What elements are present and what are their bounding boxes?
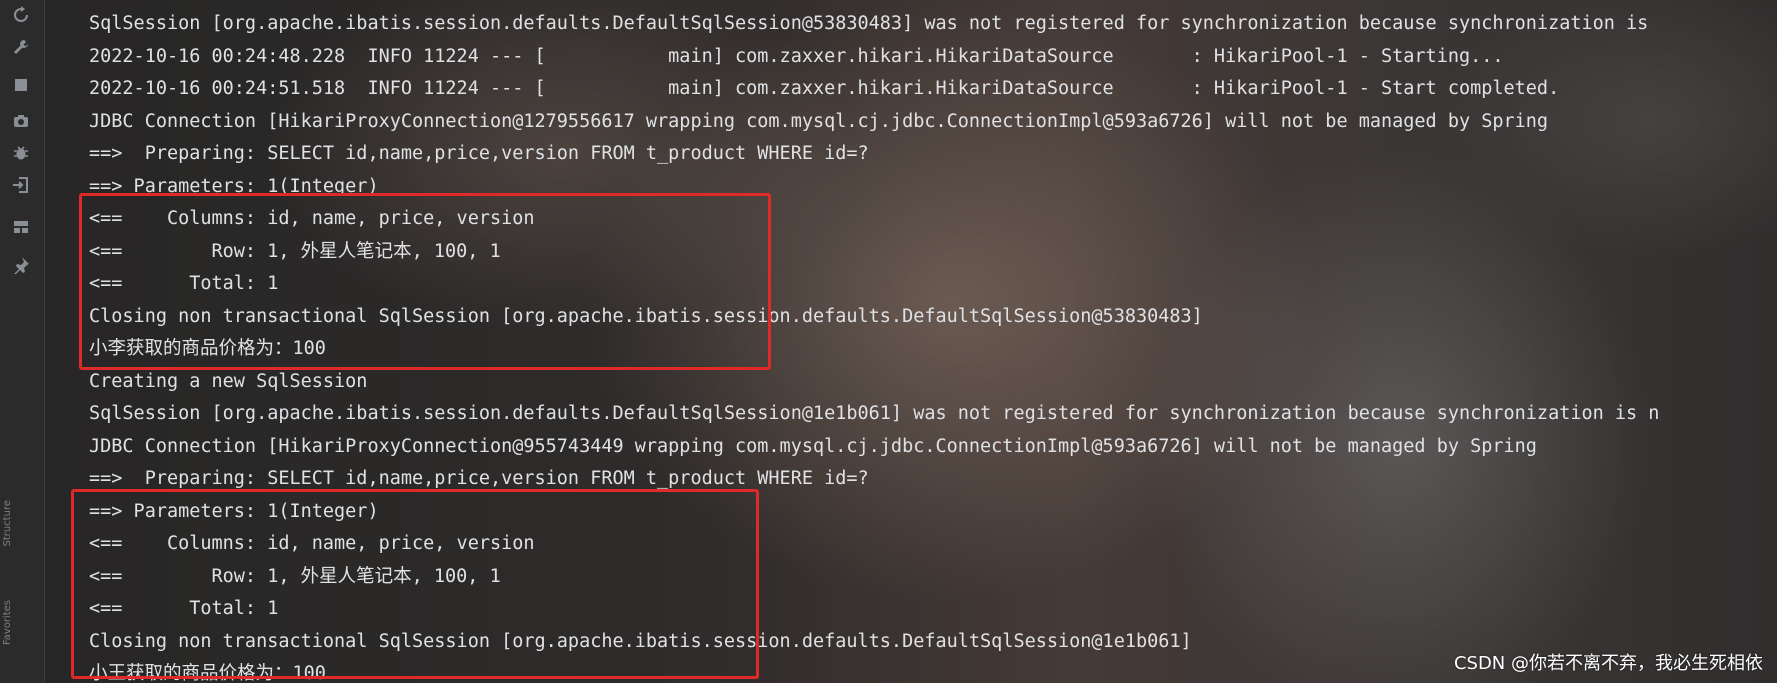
console-line: JDBC Connection [HikariProxyConnection@1… (89, 110, 1549, 132)
console-line: 2022-10-16 00:24:48.228 INFO 11224 --- [… (89, 45, 1504, 67)
console-line: SqlSession [org.apache.ibatis.session.de… (89, 403, 1660, 424)
run-toolbar: Structure Favorites (0, 0, 45, 683)
console-line: JDBC Connection [HikariProxyConnection@9… (89, 435, 1537, 457)
console-line: SqlSession [org.apache.ibatis.session.de… (89, 13, 1649, 34)
favorites-side-tab[interactable]: Favorites (2, 600, 13, 645)
bug-icon[interactable] (10, 142, 32, 164)
camera-icon[interactable] (10, 110, 32, 132)
console-line: Creating a new SqlSession (89, 370, 368, 392)
console-line: ==> Preparing: SELECT id,name,price,vers… (89, 143, 869, 164)
pin-icon[interactable] (10, 254, 32, 276)
wrench-icon[interactable] (10, 36, 32, 58)
console-line: 2022-10-16 00:24:51.518 INFO 11224 --- [… (89, 78, 1560, 99)
structure-side-tab[interactable]: Structure (2, 500, 13, 547)
highlight-box-second-query (71, 489, 759, 679)
refresh-icon[interactable] (10, 4, 32, 26)
stop-icon[interactable] (10, 74, 32, 96)
csdn-watermark: CSDN @你若不离不弃，我必生死相依 (1453, 653, 1763, 674)
login-icon[interactable] (10, 174, 32, 196)
highlight-box-first-query (79, 193, 771, 370)
layout-icon[interactable] (10, 216, 32, 238)
ide-console-window: Structure Favorites SqlSession [org.apac… (0, 0, 1777, 683)
